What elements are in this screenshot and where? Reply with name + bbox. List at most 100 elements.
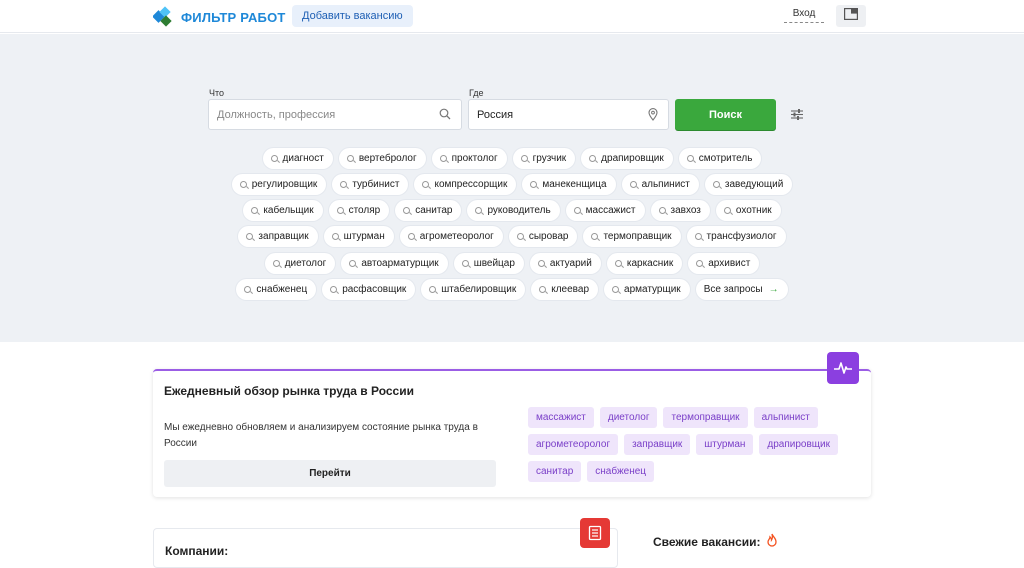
market-tag[interactable]: термоправщик — [663, 407, 748, 428]
query-chip[interactable]: санитар — [395, 200, 462, 221]
query-chip[interactable]: столяр — [328, 200, 390, 221]
chip-row-3: кабельщик столяр санитар руководитель ма… — [0, 200, 1024, 221]
search-icon — [272, 260, 280, 267]
query-chip[interactable]: вертебролог — [338, 148, 426, 169]
pulse-icon — [827, 352, 859, 384]
chip-label: агрометеоролог — [419, 231, 494, 242]
query-chip[interactable]: турбинист — [332, 174, 409, 195]
chip-label: вертебролог — [358, 153, 417, 164]
query-chip[interactable]: каркасник — [606, 253, 683, 274]
query-chip[interactable]: термоправщик — [583, 226, 681, 247]
chip-label: компрессорщик — [434, 179, 508, 190]
add-vacancy-button[interactable]: Добавить вакансию — [292, 5, 413, 27]
query-chip[interactable]: массажист — [565, 200, 645, 221]
search-icon — [422, 181, 430, 188]
query-chip[interactable]: актуарий — [529, 253, 601, 274]
search-icon — [530, 181, 538, 188]
search-icon — [591, 233, 599, 240]
search-icon — [239, 181, 247, 188]
search-icon — [439, 108, 451, 123]
chip-row-5: диетолог автоарматурщик швейцар актуарий… — [0, 253, 1024, 274]
query-chip[interactable]: сыровар — [508, 226, 578, 247]
what-input[interactable]: Должность, профессия — [208, 99, 462, 130]
search-icon — [712, 181, 720, 188]
what-placeholder: Должность, профессия — [217, 108, 336, 121]
search-icon — [629, 181, 637, 188]
query-chip[interactable]: манекенщица — [522, 174, 616, 195]
fresh-vacancies-heading: Свежие вакансии: — [653, 533, 778, 550]
query-chip[interactable]: регулировщик — [231, 174, 327, 195]
chip-label: турбинист — [352, 179, 400, 190]
query-chip[interactable]: расфасовщик — [322, 279, 416, 300]
panel-toggle-button[interactable] — [836, 5, 866, 27]
query-chip[interactable]: диетолог — [264, 253, 336, 274]
query-chip[interactable]: трансфузиолог — [686, 226, 786, 247]
query-chip[interactable]: охотник — [715, 200, 781, 221]
query-chip[interactable]: архивист — [688, 253, 760, 274]
go-button[interactable]: Перейти — [164, 460, 496, 487]
where-input[interactable]: Россия — [468, 99, 669, 130]
query-chip[interactable]: руководитель — [467, 200, 560, 221]
query-chip[interactable]: заведующий — [704, 174, 793, 195]
search-icon — [686, 155, 694, 162]
search-icon — [336, 207, 344, 214]
chip-label: диагност — [282, 153, 324, 164]
arrow-right-icon: → — [768, 284, 779, 295]
query-chip[interactable]: завхоз — [650, 200, 710, 221]
chip-row-6: снабженец расфасовщик штабелировщик клее… — [0, 279, 1024, 300]
query-chip[interactable]: грузчик — [512, 148, 576, 169]
search-button[interactable]: Поиск — [675, 99, 776, 130]
search-icon — [461, 260, 469, 267]
where-value: Россия — [477, 108, 514, 121]
fire-icon — [766, 533, 778, 550]
query-chip[interactable]: заправщик — [238, 226, 318, 247]
market-tag[interactable]: штурман — [696, 434, 754, 455]
chip-label: расфасовщик — [342, 284, 407, 295]
filters-icon[interactable] — [790, 108, 804, 126]
what-label: Что — [209, 88, 225, 98]
query-chip[interactable]: снабженец — [236, 279, 317, 300]
market-tag[interactable]: диетолог — [599, 407, 658, 428]
search-icon — [407, 233, 415, 240]
market-tag[interactable]: альпинист — [753, 407, 818, 428]
query-chip[interactable]: диагност — [262, 148, 333, 169]
query-chip[interactable]: кабельщик — [243, 200, 323, 221]
query-chip[interactable]: клеевар — [531, 279, 599, 300]
market-tag[interactable]: драпировщик — [759, 434, 838, 455]
query-chip[interactable]: агрометеоролог — [399, 226, 503, 247]
market-tag[interactable]: снабженец — [587, 461, 655, 482]
query-chip[interactable]: арматурщик — [604, 279, 690, 300]
chip-label: штурман — [343, 231, 385, 242]
market-tag[interactable]: массажист — [528, 407, 594, 428]
query-chip[interactable]: драпировщик — [581, 148, 673, 169]
fresh-vacancies-title: Свежие вакансии: — [653, 534, 761, 549]
query-chip[interactable]: альпинист — [621, 174, 699, 195]
market-tag[interactable]: санитар — [528, 461, 582, 482]
chip-label: регулировщик — [251, 179, 318, 190]
query-chip[interactable]: швейцар — [453, 253, 524, 274]
query-chip[interactable]: проктолог — [431, 148, 507, 169]
chip-label: проктолог — [451, 153, 498, 164]
chip-label: снабженец — [256, 284, 308, 295]
query-chip[interactable]: компрессорщик — [414, 174, 517, 195]
search-icon — [429, 286, 437, 293]
query-chip[interactable]: штабелировщик — [421, 279, 526, 300]
query-chip[interactable]: смотритель — [678, 148, 762, 169]
query-chip[interactable]: штурман — [323, 226, 394, 247]
companies-section: Компании: — [153, 528, 618, 568]
logo[interactable]: ФИЛЬТР РАБОТ — [152, 6, 286, 28]
search-icon — [539, 286, 547, 293]
market-tag[interactable]: агрометеоролог — [528, 434, 619, 455]
chip-label: манекенщица — [542, 179, 607, 190]
chip-label: охотник — [735, 205, 772, 216]
login-link[interactable]: Вход — [784, 8, 824, 23]
search-icon — [537, 260, 545, 267]
chip-label: сыровар — [528, 231, 569, 242]
all-requests-link[interactable]: Все запросы → — [695, 279, 788, 300]
chip-label: клеевар — [551, 284, 590, 295]
chip-label: завхоз — [670, 205, 701, 216]
chip-label: смотритель — [698, 153, 753, 164]
chip-label: массажист — [585, 205, 636, 216]
market-tag[interactable]: заправщик — [624, 434, 691, 455]
query-chip[interactable]: автоарматурщик — [341, 253, 448, 274]
